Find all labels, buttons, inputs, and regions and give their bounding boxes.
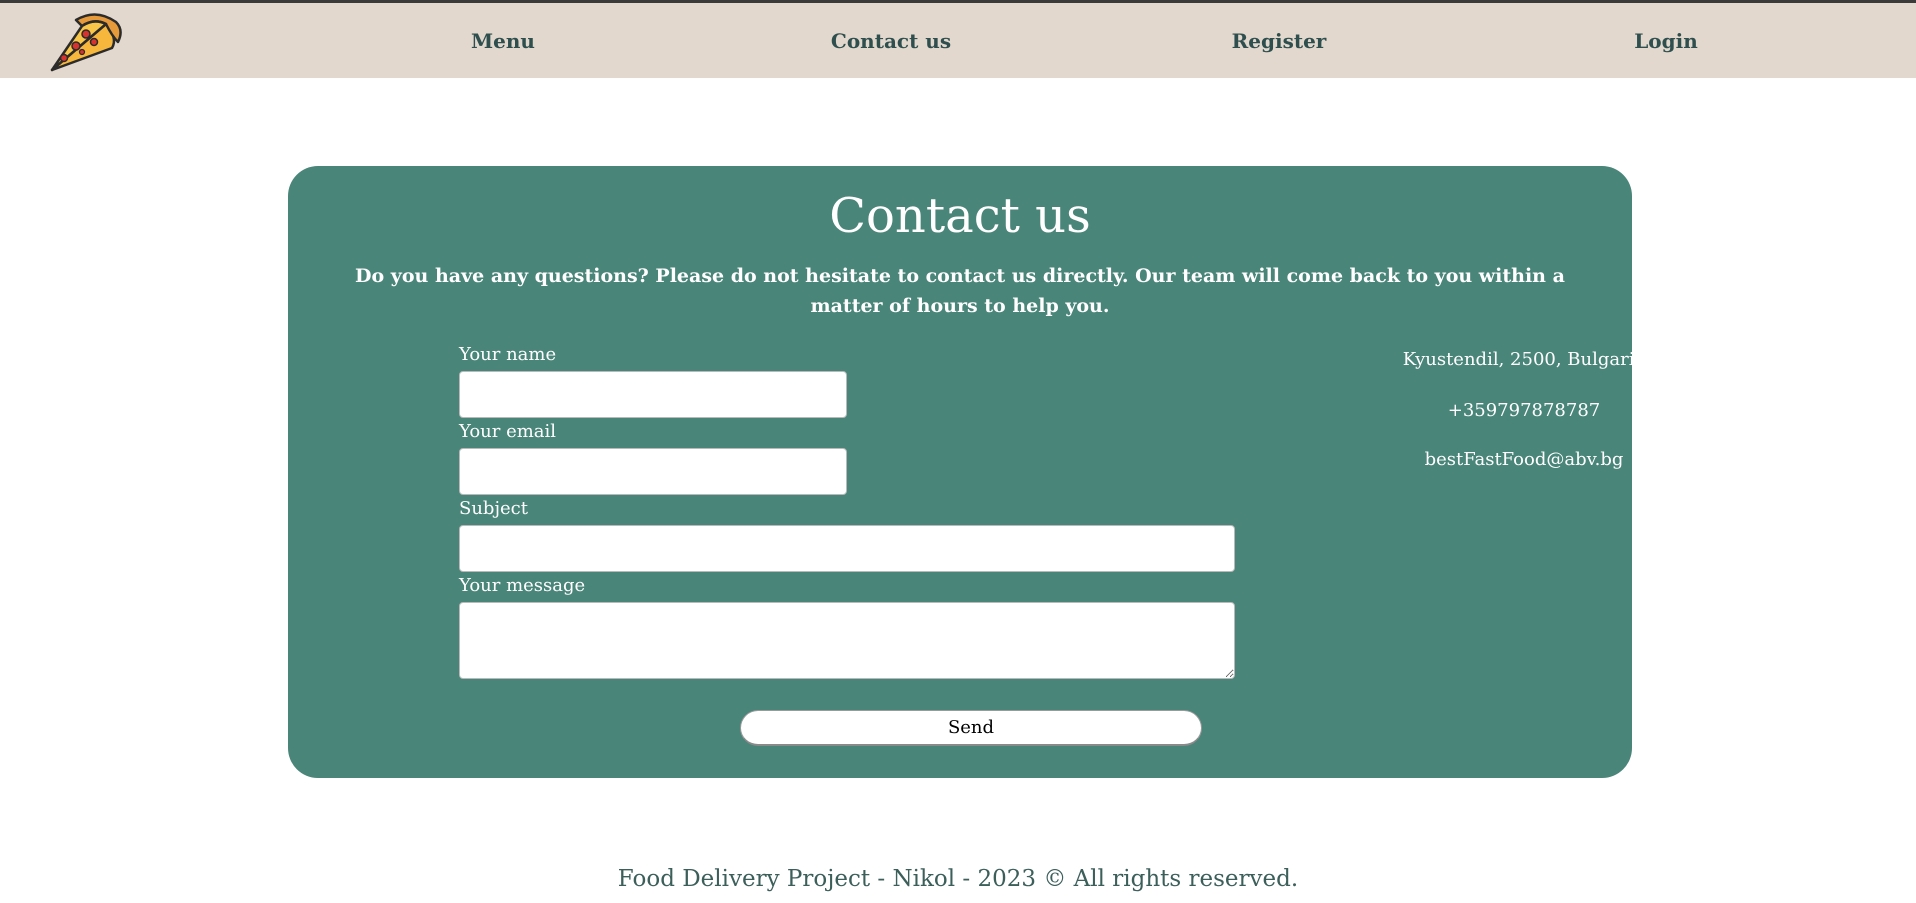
page-title: Contact us — [829, 188, 1091, 244]
contact-card: Contact us Do you have any questions? Pl… — [288, 166, 1645, 778]
subject-input[interactable] — [459, 525, 1235, 572]
contact-email: bestFastFood@abv.bg — [1424, 449, 1624, 470]
footer-copyright: Food Delivery Project - Nikol - 2023 © A… — [617, 866, 1299, 892]
email-label: Your email — [459, 421, 557, 442]
nav-login-link[interactable]: Login — [1634, 29, 1698, 53]
name-input[interactable] — [459, 371, 847, 418]
message-textarea[interactable] — [459, 602, 1235, 679]
navbar: Menu Contact us Register Login — [0, 3, 1916, 78]
contact-phone: +359797878787 — [1447, 400, 1601, 421]
pizza-slice-icon[interactable] — [46, 10, 126, 76]
nav-contact-link[interactable]: Contact us — [831, 29, 951, 53]
contact-intro-text: Do you have any questions? Please do not… — [355, 265, 1565, 317]
email-input[interactable] — [459, 448, 847, 495]
nav-menu-link[interactable]: Menu — [471, 29, 535, 53]
name-label: Your name — [459, 344, 557, 365]
contact-address: Kyustendil, 2500, Bulgaria — [1402, 349, 1646, 370]
nav-register-link[interactable]: Register — [1232, 29, 1327, 53]
message-label: Your message — [459, 575, 586, 596]
send-button[interactable]: Send — [740, 710, 1202, 746]
subject-label: Subject — [459, 498, 528, 519]
